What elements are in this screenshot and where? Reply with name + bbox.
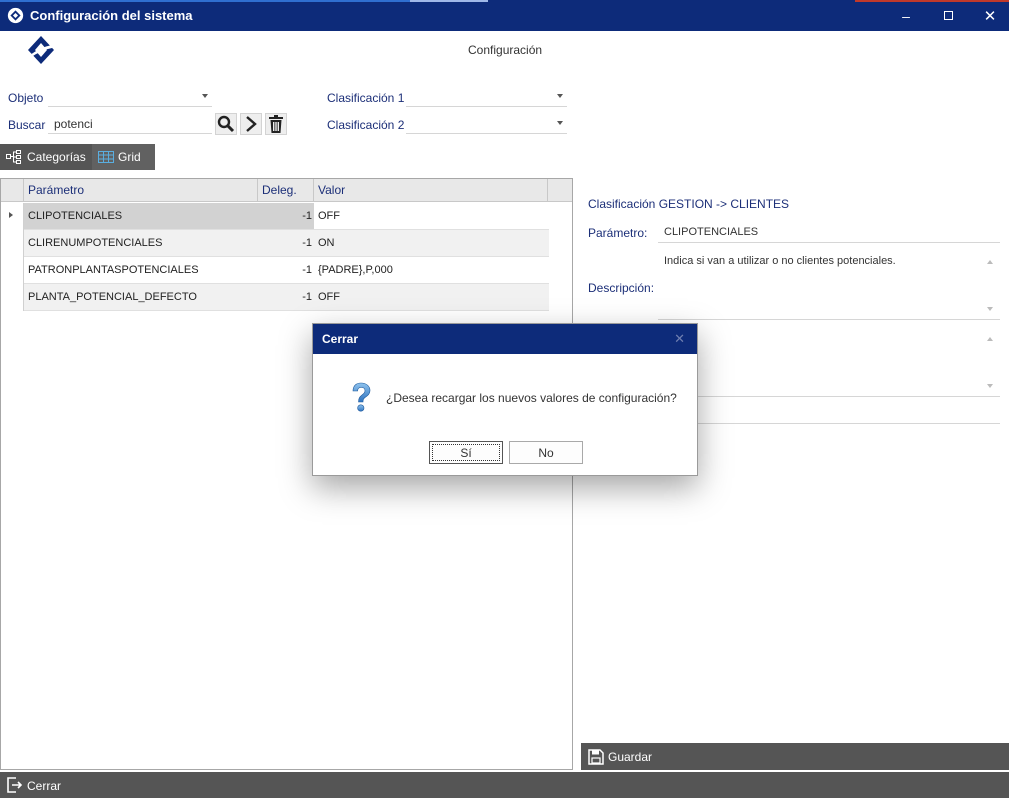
scroll-down-icon[interactable] — [987, 384, 993, 388]
yes-button[interactable]: Sí — [429, 441, 503, 464]
confirm-dialog: Cerrar ✕ ¿Desea recargar los nuevos valo… — [312, 323, 698, 476]
grid-header: Parámetro Deleg. Valor — [1, 179, 572, 202]
grid-header-indicator — [1, 179, 24, 202]
title-bar-accent — [0, 0, 1009, 2]
cell-parametro[interactable]: PATRONPLANTASPOTENCIALES — [24, 257, 258, 283]
tab-grid-label: Grid — [118, 150, 141, 164]
search-icon — [217, 115, 235, 133]
row-selector-icon — [9, 212, 13, 218]
bottom-bar: Cerrar — [0, 772, 1009, 798]
grid-row-indicator-divider — [23, 203, 24, 311]
maximize-icon — [943, 11, 953, 20]
table-row[interactable]: CLIPOTENCIALES -1 OFF — [24, 203, 549, 230]
cell-valor[interactable]: OFF — [314, 203, 549, 229]
view-tabs: Categorías Grid — [0, 144, 155, 170]
company-logo — [28, 36, 54, 64]
cell-deleg[interactable]: -1 — [258, 203, 314, 229]
window-title: Configuración del sistema — [30, 8, 193, 23]
dialog-message: ¿Desea recargar los nuevos valores de co… — [386, 391, 677, 405]
descripcion-label: Descripción: — [588, 281, 655, 295]
tab-grid[interactable]: Grid — [92, 144, 155, 170]
dialog-title: Cerrar — [322, 332, 359, 346]
column-parametro[interactable]: Parámetro — [24, 179, 258, 202]
parametro-field[interactable]: CLIPOTENCIALES — [658, 222, 1000, 243]
dialog-close-icon[interactable]: ✕ — [674, 331, 685, 347]
column-valor[interactable]: Valor — [314, 179, 548, 202]
next-button[interactable] — [240, 113, 262, 135]
close-button[interactable]: Cerrar — [0, 772, 70, 798]
trash-icon — [269, 115, 283, 133]
clasificacion1-label: Clasificación 1 — [327, 91, 405, 105]
clasificacion2-combo[interactable] — [406, 114, 567, 134]
chevron-down-icon — [202, 94, 208, 98]
table-row[interactable]: CLIRENUMPOTENCIALES -1 ON — [24, 230, 549, 257]
title-bar: Configuración del sistema – ✕ — [0, 0, 1009, 31]
chevron-down-icon — [557, 94, 563, 98]
page-heading: Configuración — [468, 43, 543, 57]
cell-valor[interactable]: OFF — [314, 284, 549, 310]
close-window-button[interactable]: ✕ — [969, 0, 1009, 31]
buscar-label: Buscar — [8, 118, 46, 132]
minimize-button[interactable]: – — [885, 0, 927, 31]
clasificacion2-label: Clasificación 2 — [327, 118, 405, 132]
save-button[interactable]: Guardar — [581, 743, 1009, 770]
scroll-up-icon[interactable] — [987, 260, 993, 264]
tab-categorias-label: Categorías — [27, 150, 86, 164]
dialog-header: Cerrar ✕ — [313, 324, 697, 354]
scroll-down-icon[interactable] — [987, 307, 993, 311]
cell-deleg[interactable]: -1 — [258, 284, 314, 310]
no-button[interactable]: No — [509, 441, 583, 464]
cell-valor[interactable]: {PADRE},P,000 — [314, 257, 549, 283]
chevron-down-icon — [557, 121, 563, 125]
search-button[interactable] — [215, 113, 237, 135]
cell-parametro[interactable]: CLIRENUMPOTENCIALES — [24, 230, 258, 256]
clasificacion1-combo[interactable] — [406, 87, 567, 107]
cell-valor[interactable]: ON — [314, 230, 549, 256]
save-label: Guardar — [608, 750, 653, 764]
minimize-icon: – — [902, 7, 910, 24]
chevron-right-icon — [246, 116, 257, 132]
table-row[interactable]: PLANTA_POTENCIAL_DEFECTO -1 OFF — [24, 284, 549, 311]
app-logo-icon — [7, 7, 24, 24]
save-icon — [588, 749, 604, 765]
table-row[interactable]: PATRONPLANTASPOTENCIALES -1 {PADRE},P,00… — [24, 257, 549, 284]
close-icon: ✕ — [983, 7, 997, 25]
close-label: Cerrar — [27, 779, 62, 793]
tab-categorias[interactable]: Categorías — [0, 144, 92, 170]
cell-deleg[interactable]: -1 — [258, 230, 314, 256]
objeto-combo[interactable] — [48, 87, 212, 107]
maximize-button[interactable] — [927, 0, 969, 31]
clasificacion-title: Clasificación GESTION -> CLIENTES — [588, 197, 790, 211]
cell-deleg[interactable]: -1 — [258, 257, 314, 283]
cell-parametro[interactable]: PLANTA_POTENCIAL_DEFECTO — [24, 284, 258, 310]
scroll-up-icon[interactable] — [987, 337, 993, 341]
column-deleg[interactable]: Deleg. — [258, 179, 314, 202]
delete-button[interactable] — [265, 113, 287, 135]
tree-icon — [6, 150, 21, 164]
detail-extra-field-2[interactable] — [658, 403, 1000, 424]
parametro-label: Parámetro: — [588, 226, 648, 240]
question-icon — [352, 382, 371, 412]
descripcion-field[interactable]: Indica si van a utilizar o no clientes p… — [658, 249, 1000, 320]
detail-extra-field[interactable] — [658, 326, 1000, 397]
grid-icon — [98, 151, 114, 163]
exit-icon — [7, 777, 23, 793]
search-input[interactable]: potenci — [48, 114, 212, 134]
objeto-label: Objeto — [8, 91, 44, 105]
